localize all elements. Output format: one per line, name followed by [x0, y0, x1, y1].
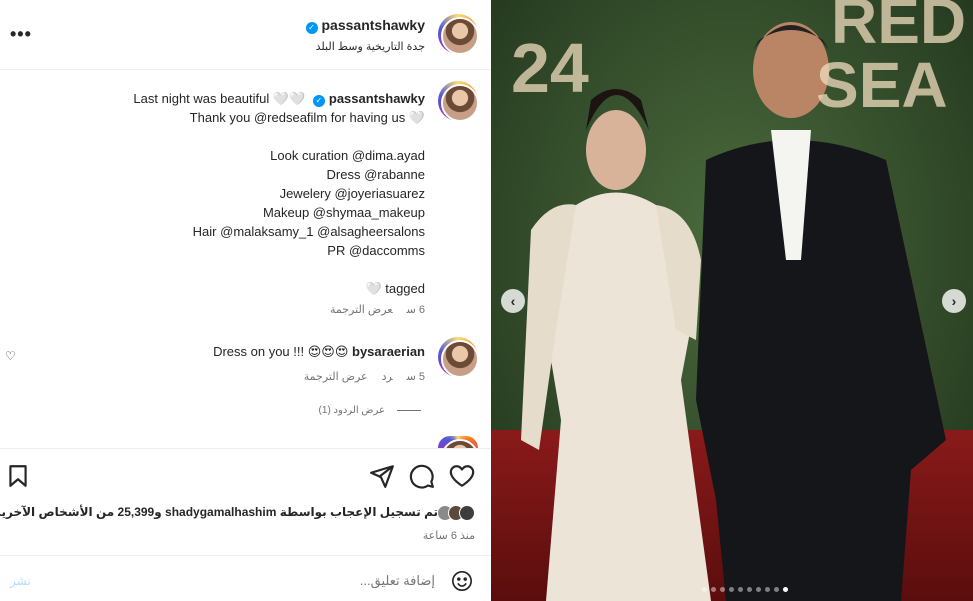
- caption-meta: 6 س عرض الترجمة: [316, 303, 425, 316]
- commenter-username[interactable]: bysaraerian: [352, 344, 425, 359]
- caption-line-7: Makeup @shymaa_makeup: [262, 205, 425, 220]
- post-time: منذ 6 ساعة: [422, 530, 475, 542]
- commenter-avatar[interactable]: [438, 337, 479, 378]
- carousel-dot: [729, 587, 734, 592]
- post-details-panel: ••• ✓ passantshawky جدة التاريخية وسط الب…: [0, 0, 491, 601]
- carousel-dot: [783, 587, 788, 592]
- comment-reply-link[interactable]: رد: [382, 371, 393, 383]
- carousel-dot: [774, 587, 779, 592]
- backdrop-text: 24: [511, 29, 589, 107]
- carousel-next-button[interactable]: ›: [942, 289, 966, 313]
- carousel-dot: [720, 587, 725, 592]
- carousel-dot: [765, 587, 770, 592]
- next-commenter-avatar[interactable]: [438, 436, 478, 448]
- comment-meta: 5 س رد عرض الترجمة: [290, 370, 425, 383]
- liker-avatars: [437, 505, 475, 521]
- backdrop-text: SEA: [816, 49, 948, 121]
- add-comment-input[interactable]: [135, 573, 435, 588]
- verified-icon: ✓: [305, 22, 318, 34]
- author-avatar[interactable]: [438, 14, 479, 55]
- post-actions: تم تسجيل الإعجاب بواسطة shadygamalhashim…: [0, 448, 491, 601]
- caption-line-2: Thank you @redseafilm for having us 🤍: [189, 110, 425, 125]
- post-caption: Last night was beautiful 🤍🤍 ✓ passantshaw…: [45, 89, 425, 298]
- caption-line-4: Look curation @dima.ayad: [270, 148, 425, 163]
- likes-summary[interactable]: تم تسجيل الإعجاب بواسطة shadygamalhashim…: [0, 505, 475, 521]
- caption-line-3: [45, 127, 425, 146]
- carousel-dot: [711, 587, 716, 592]
- caption-line-10: [45, 260, 425, 279]
- share-icon[interactable]: [369, 463, 395, 489]
- carousel-prev-button[interactable]: ‹: [501, 289, 525, 313]
- carousel-dot: [738, 587, 743, 592]
- author-username[interactable]: ✓ passantshawky: [305, 17, 425, 34]
- caption-line-6: Jewelery @joyeriasuarez: [279, 186, 425, 201]
- view-replies-link[interactable]: عرض الردود (1): [319, 405, 421, 416]
- carousel-dot: [756, 587, 761, 592]
- post-location[interactable]: جدة التاريخية وسط البلد: [316, 40, 425, 53]
- caption-avatar[interactable]: [438, 81, 479, 122]
- comment-line: Dress on you !!! 😍😍😍 bysaraerian: [213, 344, 425, 360]
- carousel-dot: [747, 587, 752, 592]
- carousel-dot: [702, 587, 707, 592]
- comment-text: Dress on you !!! 😍😍😍: [213, 344, 349, 359]
- caption-line-5: Dress @rabanne: [326, 167, 425, 182]
- verified-icon: ✓: [312, 95, 325, 107]
- save-bookmark-icon[interactable]: [5, 463, 31, 489]
- liker-avatar: [459, 505, 475, 521]
- caption-username[interactable]: passantshawky: [329, 91, 425, 106]
- like-heart-icon[interactable]: [449, 463, 475, 489]
- more-options-icon[interactable]: •••: [10, 24, 32, 45]
- post-comment-button[interactable]: نشر: [10, 574, 31, 588]
- add-comment-row: نشر: [0, 555, 491, 601]
- caption-line-8: Hair @malaksamy_1 @alsagheersalons: [192, 224, 425, 239]
- caption-line-11: 🤍 tagged: [365, 281, 425, 296]
- comment-translate-link[interactable]: عرض الترجمة: [304, 371, 368, 383]
- caption-line-1: Last night was beautiful 🤍🤍 ✓ passantshaw…: [133, 91, 425, 107]
- comment-like-icon[interactable]: ♡: [5, 349, 16, 363]
- emoji-icon[interactable]: [451, 570, 473, 592]
- post-header: ••• ✓ passantshawky جدة التاريخية وسط الب…: [0, 0, 491, 70]
- comment-time: 5 س: [406, 371, 425, 383]
- likes-text: تم تسجيل الإعجاب بواسطة shadygamalhashim…: [0, 505, 438, 520]
- caption-time: 6 س: [406, 304, 425, 316]
- caption-translate-link[interactable]: عرض الترجمة: [330, 304, 393, 316]
- post-photo[interactable]: RED SEA 24: [491, 0, 973, 601]
- comment-icon[interactable]: [409, 463, 435, 489]
- caption-line-9: PR @daccomms: [327, 243, 425, 258]
